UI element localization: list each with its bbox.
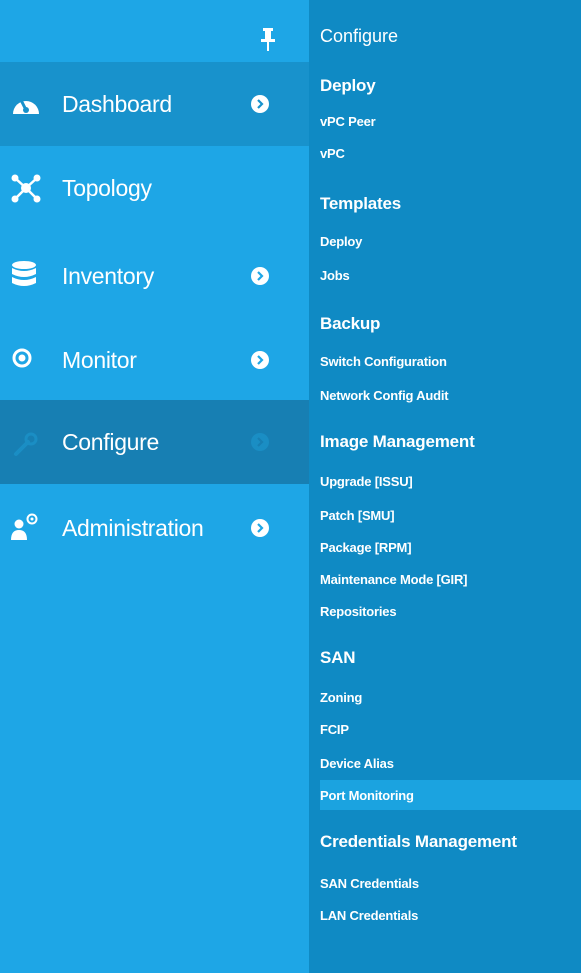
section-title-deploy: Deploy (320, 76, 376, 95)
section-title-templates: Templates (320, 194, 402, 213)
pin-icon[interactable] (260, 28, 276, 52)
menu-link-templates-deploy[interactable]: Deploy (320, 234, 362, 249)
sidebar-item-label: Topology (62, 175, 152, 201)
sidebar-item-label: Configure (62, 429, 160, 455)
pin-bar (0, 0, 309, 62)
configure-flyout-menu: Configure Deploy vPC Peer vPC Templates … (309, 0, 581, 973)
database-icon (12, 261, 36, 286)
menu-link-port-monitoring[interactable]: Port Monitoring (320, 788, 414, 803)
menu-link-fcip[interactable]: FCIP (320, 722, 349, 737)
chevron-right-icon[interactable] (251, 351, 269, 369)
sidebar-item-inventory[interactable]: Inventory (0, 234, 309, 318)
menu-link-maintenance-mode-gir[interactable]: Maintenance Mode [GIR] (320, 572, 467, 587)
section-title-san: SAN (320, 648, 356, 667)
wrench-icon (14, 432, 38, 456)
section-title-image-management: Image Management (320, 432, 475, 451)
sidebar-item-monitor[interactable]: Monitor (0, 318, 309, 402)
menu-link-vpc[interactable]: vPC (320, 146, 345, 161)
menu-link-network-config-audit[interactable]: Network Config Audit (320, 388, 449, 403)
chevron-right-icon[interactable] (251, 519, 269, 537)
menu-link-lan-credentials[interactable]: LAN Credentials (320, 908, 418, 923)
section-title-backup: Backup (320, 314, 381, 333)
menu-link-switch-configuration[interactable]: Switch Configuration (320, 354, 447, 369)
menu-link-san-credentials[interactable]: SAN Credentials (320, 876, 419, 891)
topology-icon (11, 174, 41, 203)
eye-icon (12, 348, 32, 368)
chevron-right-icon[interactable] (251, 95, 269, 113)
sidebar-item-topology[interactable]: Topology (0, 146, 309, 230)
menu-link-repositories[interactable]: Repositories (320, 604, 397, 619)
admin-user-gear-icon (11, 513, 38, 540)
chevron-right-icon[interactable] (251, 267, 269, 285)
menu-link-device-alias[interactable]: Device Alias (320, 756, 394, 771)
menu-link-templates-jobs[interactable]: Jobs (320, 268, 350, 283)
sidebar-item-administration[interactable]: Administration (0, 486, 309, 570)
menu-link-patch-smu[interactable]: Patch [SMU] (320, 508, 395, 523)
dashboard-icon (13, 99, 39, 114)
sidebar: Dashboard Topology Inventory Monitor Con… (0, 0, 309, 973)
menu-link-upgrade-issu[interactable]: Upgrade [ISSU] (320, 474, 413, 489)
chevron-right-icon[interactable] (251, 433, 269, 451)
menu-link-package-rpm[interactable]: Package [RPM] (320, 540, 412, 555)
sidebar-item-configure[interactable]: Configure (0, 400, 309, 484)
menu-link-vpc-peer[interactable]: vPC Peer (320, 114, 376, 129)
section-title-credentials-management: Credentials Management (320, 832, 517, 851)
menu-link-zoning[interactable]: Zoning (320, 690, 362, 705)
sidebar-item-label: Inventory (62, 263, 154, 289)
flyout-title: Configure (320, 26, 399, 46)
sidebar-item-label: Dashboard (62, 91, 172, 117)
sidebar-item-label: Monitor (62, 347, 137, 373)
sidebar-item-dashboard[interactable]: Dashboard (0, 62, 309, 146)
sidebar-item-label: Administration (62, 515, 204, 541)
